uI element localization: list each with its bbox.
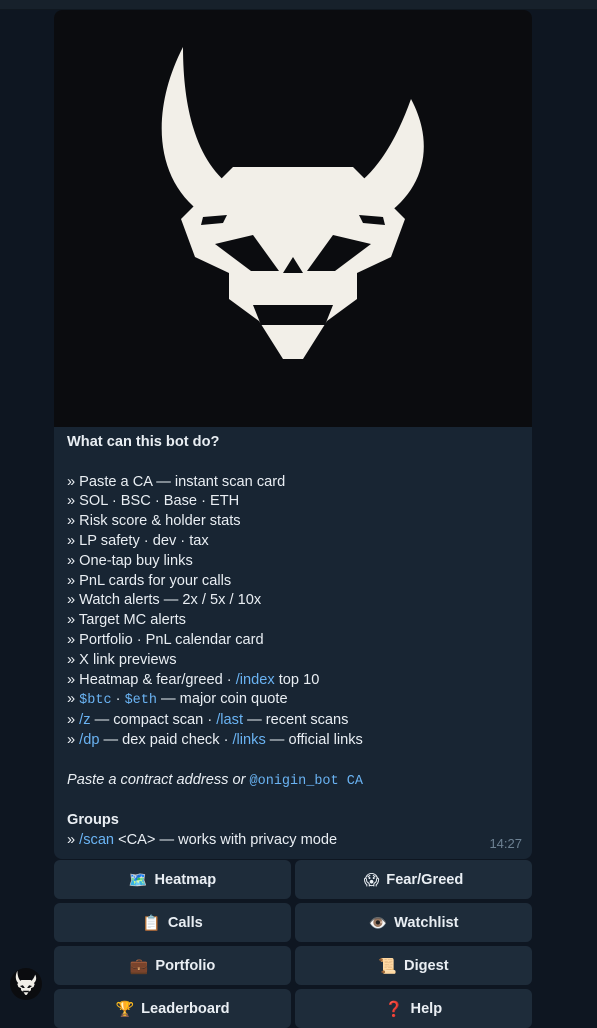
feature-line: » PnL cards for your calls [67, 572, 232, 589]
z-command-link[interactable]: /z [79, 712, 90, 728]
map-icon: 🗺️ [128, 871, 148, 889]
oni-mask-icon [15, 970, 37, 995]
portfolio-button[interactable]: 💼 Portfolio [54, 946, 291, 985]
eye-icon: 👁️ [368, 914, 388, 932]
groups-line: » /scan <CA> — works with privacy mode [67, 831, 338, 848]
feature-line: » One-tap buy links [67, 552, 193, 569]
feature-line: » X link previews [67, 651, 177, 668]
clipboard-icon: 📋 [142, 914, 161, 932]
watchlist-button[interactable]: 👁️ Watchlist [295, 903, 532, 942]
message-title: What can this bot do? [67, 434, 220, 450]
feature-line-scan: » /z — compact scan · /last — recent sca… [67, 712, 349, 729]
dp-command-link[interactable]: /dp [79, 732, 99, 748]
feature-line: » Risk score & holder stats [67, 513, 241, 530]
inline-keyboard: 🗺️ Heatmap 😱 Fear/Greed 📋 Calls 👁️ Watchlist… [54, 860, 532, 1028]
last-command-link[interactable]: /last [216, 712, 243, 728]
oni-mask-icon [161, 46, 424, 359]
bot-avatar[interactable] [10, 968, 42, 1000]
scan-command-link[interactable]: /scan [79, 832, 114, 848]
paste-hint: Paste a contract address or @onigin_bot … [67, 771, 363, 789]
bot-mention[interactable]: @onigin_bot CA [250, 774, 363, 789]
screaming-face-icon: 😱 [363, 871, 380, 889]
digest-button[interactable]: 📜 Digest [295, 946, 532, 985]
btc-cashtag[interactable]: $btc [79, 693, 111, 708]
feature-line: » Portfolio · PnL calendar card [67, 631, 264, 648]
feature-line-quote: » $btc · $eth — major coin quote [67, 691, 288, 709]
leaderboard-button[interactable]: 🏆 Leaderboard [54, 989, 291, 1028]
index-command-link[interactable]: /index [236, 672, 275, 688]
links-command-link[interactable]: /links [233, 732, 266, 748]
chat-header-edge [0, 0, 597, 10]
fear-greed-button[interactable]: 😱 Fear/Greed [295, 860, 532, 899]
eth-cashtag[interactable]: $eth [125, 693, 157, 708]
heatmap-button[interactable]: 🗺️ Heatmap [54, 860, 291, 899]
feature-line: » Watch alerts — 2x / 5x / 10x [67, 592, 262, 609]
calls-button[interactable]: 📋 Calls [54, 903, 291, 942]
bot-intro-message: What can this bot do? » Paste a CA — ins… [54, 10, 532, 859]
feature-line: » SOL · BSC · Base · ETH [67, 493, 240, 510]
feature-line-dp: » /dp — dex paid check · /links — offici… [67, 731, 363, 748]
feature-line: » Target MC alerts [67, 612, 186, 629]
groups-title: Groups [67, 812, 119, 829]
message-timestamp: 14:27 [489, 835, 522, 851]
feature-line: » Paste a CA — instant scan card [67, 473, 286, 490]
trophy-icon: 🏆 [115, 1000, 135, 1018]
feature-line-heatmap: » Heatmap & fear/greed · /index top 10 [67, 671, 320, 688]
scroll-icon: 📜 [378, 957, 398, 975]
question-mark-icon: ❓ [384, 1000, 404, 1018]
feature-line: » LP safety · dev · tax [67, 532, 209, 549]
briefcase-icon: 💼 [129, 957, 149, 975]
bot-logo-image [54, 10, 532, 427]
message-text: What can this bot do? » Paste a CA — ins… [54, 427, 532, 859]
help-button[interactable]: ❓ Help [295, 989, 532, 1028]
